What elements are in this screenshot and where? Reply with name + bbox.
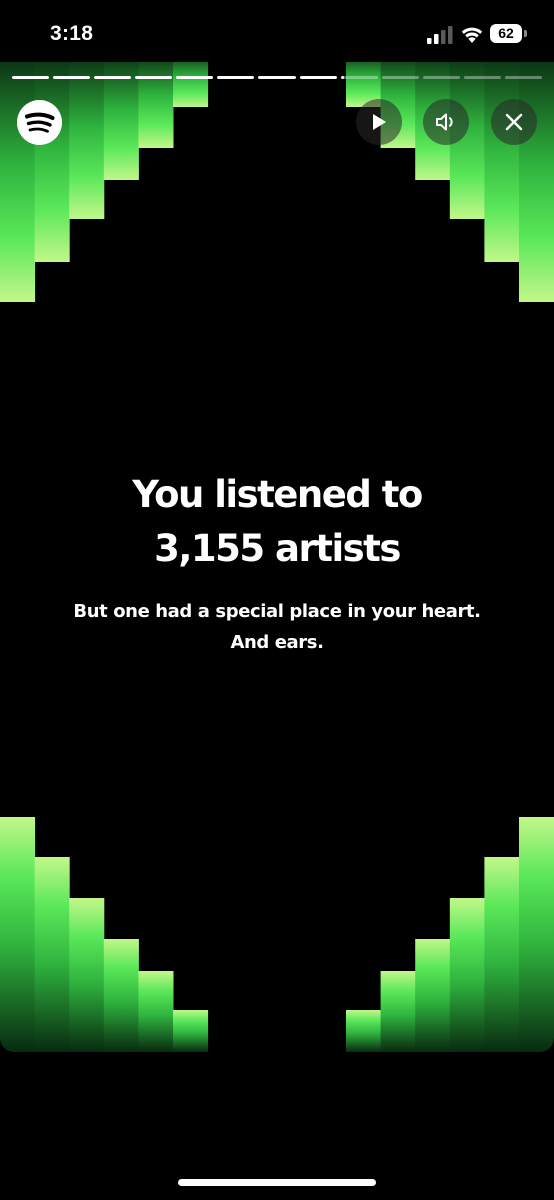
progress-segment (176, 76, 214, 79)
close-button[interactable] (491, 99, 537, 145)
progress-segment (422, 76, 460, 79)
subtext-line-2: And ears. (230, 632, 324, 653)
progress-segment (94, 76, 132, 79)
home-indicator (178, 1179, 376, 1186)
decorative-bar (415, 939, 451, 1052)
play-icon (373, 114, 386, 130)
spotify-logo-icon[interactable] (17, 100, 62, 145)
decorative-bar (173, 62, 209, 107)
status-time: 3:18 (50, 22, 94, 45)
sound-button[interactable] (423, 99, 469, 145)
story-progress (12, 76, 543, 79)
story-card[interactable]: You listened to 3,155 artists But one ha… (0, 62, 554, 1052)
decorative-bar (138, 62, 174, 148)
progress-segment (381, 76, 419, 79)
progress-segment (12, 76, 50, 79)
decorative-bar (34, 857, 70, 1052)
subtext-line-1: But one had a special place in your hear… (73, 601, 481, 622)
decorative-bar (103, 62, 139, 180)
decorative-bar (173, 1010, 209, 1052)
decorative-bar (69, 898, 105, 1052)
signal-icon (427, 26, 453, 44)
progress-segment (258, 76, 296, 79)
subtext: But one had a special place in your hear… (0, 596, 554, 658)
progress-segment (340, 76, 378, 79)
sound-icon (436, 113, 453, 131)
decorative-bar (103, 939, 139, 1052)
progress-segment (217, 76, 255, 79)
headline: You listened to 3,155 artists (0, 468, 554, 576)
decorative-bar (449, 898, 485, 1052)
wifi-icon (461, 27, 483, 43)
battery-level: 62 (498, 25, 514, 41)
decorative-bar (519, 62, 554, 302)
play-button[interactable] (356, 99, 402, 145)
close-icon (505, 113, 523, 131)
decorative-bar (138, 971, 174, 1052)
progress-segment (53, 76, 91, 79)
progress-segment (299, 76, 337, 79)
progress-segment (504, 76, 543, 79)
decorative-bar (69, 62, 105, 219)
decorative-bar (380, 971, 416, 1052)
progress-segment (135, 76, 173, 79)
decorative-bar (34, 62, 70, 262)
decorative-bar (484, 62, 520, 262)
status-bar: 3:18 62 (0, 0, 554, 70)
decorative-bar (519, 817, 554, 1052)
headline-line-2: 3,155 artists (154, 527, 401, 570)
headline-line-1: You listened to (132, 473, 423, 516)
decorative-bar (0, 62, 36, 302)
battery-icon: 62 (490, 24, 530, 45)
decorative-bar (346, 1010, 382, 1052)
decorative-bar (484, 857, 520, 1052)
progress-segment (463, 76, 501, 79)
decorative-bar (0, 817, 36, 1052)
